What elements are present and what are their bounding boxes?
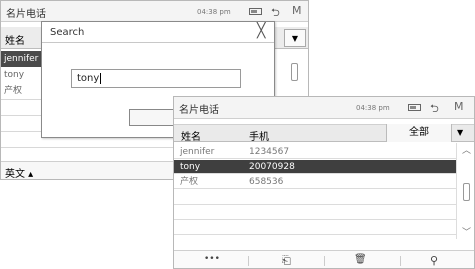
column-name: 姓名 (181, 132, 201, 143)
clock: 04:38 pm (356, 104, 390, 112)
bottom-toolbar: ••• ⎗ 🗑 ⚲ (174, 250, 474, 268)
list-item (174, 220, 456, 235)
list-item[interactable]: jennifer (1, 51, 41, 67)
list-item[interactable]: tony (1, 67, 41, 83)
menu-icon[interactable]: M (454, 100, 464, 113)
filter-dropdown[interactable]: 全部 (386, 124, 452, 142)
clock: 04:38 pm (197, 8, 231, 16)
back-icon[interactable]: ⮌ (430, 100, 439, 119)
list-item[interactable]: 产权 658536 (174, 175, 456, 189)
more-icon[interactable]: ••• (204, 254, 220, 264)
toolbar-divider (324, 256, 325, 266)
dialog-title: Search (50, 27, 85, 38)
scroll-up-icon[interactable]: ︿ (462, 143, 471, 156)
contacts-window-front: 名片电话 04:38 pm ⮌ M 姓名 手机 全部 ▼ jennifer 123… (173, 96, 475, 269)
list-item (174, 205, 456, 220)
dialog-divider (42, 42, 274, 43)
toolbar-divider (400, 256, 401, 266)
filter-dropdown[interactable]: ▼ (284, 29, 306, 47)
list-header: 姓名 手机 全部 ▼ (174, 124, 474, 143)
title-bar: 名片电话 04:38 pm ⮌ M (1, 1, 308, 22)
menu-icon[interactable]: M (292, 4, 302, 17)
search-input[interactable]: tony (71, 69, 241, 88)
battery-icon (408, 104, 421, 111)
list-item[interactable]: jennifer 1234567 (174, 145, 456, 159)
toolbar-divider (248, 256, 249, 266)
list-item[interactable]: tony 20070928 (174, 160, 456, 174)
column-name: 姓名 (5, 36, 25, 47)
scrollbar[interactable]: ︿ ﹀ (456, 143, 474, 239)
text-cursor (100, 72, 102, 84)
battery-icon (249, 8, 262, 15)
title-bar: 名片电话 04:38 pm ⮌ M (174, 97, 474, 119)
input-mode-button[interactable]: 英文 ▴ (5, 165, 33, 179)
list-item (174, 190, 456, 205)
window-title: 名片电话 (179, 105, 219, 116)
list-item[interactable]: 产权 (1, 83, 41, 99)
window-title: 名片电话 (6, 9, 46, 20)
scroll-thumb[interactable] (291, 63, 298, 81)
delete-icon[interactable]: 🗑 (354, 254, 367, 265)
new-contact-icon[interactable]: ⎗ (282, 254, 291, 268)
column-phone: 手机 (249, 132, 269, 143)
search-icon[interactable]: ⚲ (430, 254, 438, 267)
scroll-down-icon[interactable]: ﹀ (462, 225, 471, 238)
close-icon[interactable]: ╳ (257, 23, 265, 39)
chevron-down-icon[interactable]: ▼ (457, 128, 463, 137)
scroll-thumb[interactable] (463, 183, 470, 201)
